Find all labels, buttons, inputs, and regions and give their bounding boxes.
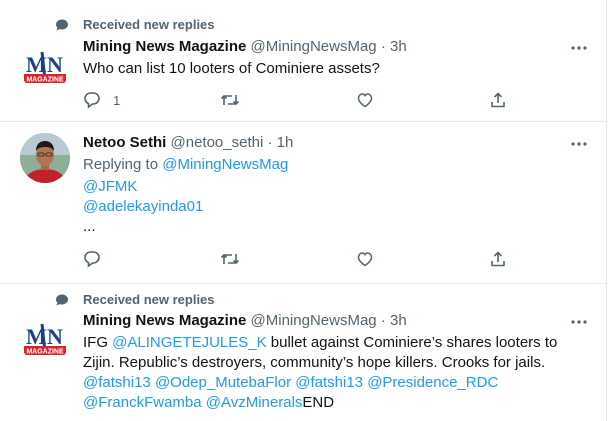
received-replies-banner[interactable]: Received new replies: [0, 12, 606, 36]
tweet-actions: 1: [83, 89, 513, 111]
text-segment: IFG: [83, 334, 113, 351]
mining-news-logo: M N MAGAZINE: [24, 323, 66, 356]
ellipsis-text: ...: [83, 218, 96, 235]
mention-link[interactable]: @fatshi13: [295, 374, 363, 391]
avatar[interactable]: M N MAGAZINE: [20, 42, 70, 92]
author-handle[interactable]: @netoo_sethi: [171, 134, 264, 151]
timestamp[interactable]: 3h: [390, 38, 407, 55]
share-icon: [491, 92, 505, 108]
reply-count: 1: [113, 92, 121, 108]
reply-icon: [84, 251, 100, 268]
svg-text:MAGAZINE: MAGAZINE: [26, 349, 64, 356]
retweet-button[interactable]: [220, 248, 240, 270]
timeline-feed: Received new replies M N MAGAZINE Mining…: [0, 0, 607, 421]
author-name[interactable]: Mining News Magazine: [83, 312, 246, 329]
received-replies-banner[interactable]: Received new replies: [0, 287, 606, 311]
mention-link[interactable]: @Presidence_RDC: [367, 374, 498, 391]
heart-icon: [357, 93, 373, 108]
svg-text:MAGAZINE: MAGAZINE: [26, 77, 64, 84]
tweet-text: Who can list 10 looters of Cominiere ass…: [83, 60, 380, 77]
profile-photo: [20, 133, 70, 183]
mention-link[interactable]: @adelekayinda01: [83, 198, 203, 215]
reply-bubble-icon: [56, 19, 68, 31]
mention-link[interactable]: @Odep_MutebaFlor: [155, 374, 291, 391]
tweet-header: Netoo Sethi @netoo_sethi · 1h: [83, 134, 293, 151]
mention-link[interactable]: @AvzMinerals: [206, 394, 303, 411]
banner-text: Received new replies: [83, 292, 215, 307]
tweet-header: Mining News Magazine @MiningNewsMag · 3h: [83, 312, 407, 329]
replying-to-line: Replying to @MiningNewsMag: [83, 155, 593, 175]
author-handle[interactable]: @MiningNewsMag: [251, 312, 377, 329]
avatar[interactable]: [20, 133, 70, 183]
tweet-header: Mining News Magazine @MiningNewsMag · 3h: [83, 38, 407, 55]
retweet-button[interactable]: [220, 89, 240, 111]
reply-button[interactable]: 1: [83, 89, 120, 111]
more-options-icon[interactable]: [568, 314, 590, 330]
mention-link[interactable]: @JFMK: [83, 178, 137, 195]
share-button[interactable]: [489, 89, 507, 111]
separator: ·: [267, 134, 273, 151]
retweet-icon: [220, 95, 240, 105]
reply-mentions: @JFMK @adelekayinda01 ...: [83, 177, 593, 237]
author-handle[interactable]: @MiningNewsMag: [251, 38, 377, 55]
reply-button[interactable]: [83, 248, 101, 270]
mention-link[interactable]: @ALINGETEJULES_K: [112, 334, 266, 351]
timestamp[interactable]: 1h: [277, 134, 294, 151]
avatar[interactable]: M N MAGAZINE: [20, 314, 70, 364]
mention-link[interactable]: @MiningNewsMag: [162, 156, 288, 173]
share-button[interactable]: [489, 248, 507, 270]
timestamp[interactable]: 3h: [390, 312, 407, 329]
replying-to-label: Replying to: [83, 156, 159, 173]
reply-bubble-icon: [56, 294, 68, 306]
like-button[interactable]: [356, 89, 374, 111]
author-name[interactable]: Netoo Sethi: [83, 134, 166, 151]
heart-icon: [357, 252, 373, 267]
more-options-icon[interactable]: [568, 40, 590, 56]
divider: [0, 121, 606, 122]
mention-link[interactable]: @FranckFwamba: [83, 394, 202, 411]
mining-news-logo: M N MAGAZINE: [24, 51, 66, 84]
tweet-text: IFG @ALINGETEJULES_K bullet against Comi…: [83, 333, 593, 413]
share-icon: [491, 251, 505, 267]
like-button[interactable]: [356, 248, 374, 270]
separator: ·: [380, 312, 386, 329]
retweet-icon: [220, 254, 240, 264]
author-name[interactable]: Mining News Magazine: [83, 38, 246, 55]
text-segment: END: [302, 394, 335, 411]
tweet-actions: [83, 248, 513, 270]
more-options-icon[interactable]: [568, 136, 590, 152]
svg-text:N: N: [47, 324, 63, 349]
separator: ·: [380, 38, 386, 55]
mention-link[interactable]: @fatshi13: [83, 374, 151, 391]
svg-text:N: N: [47, 52, 63, 77]
reply-icon: [84, 92, 100, 109]
banner-text: Received new replies: [83, 17, 215, 32]
divider: [0, 283, 606, 284]
